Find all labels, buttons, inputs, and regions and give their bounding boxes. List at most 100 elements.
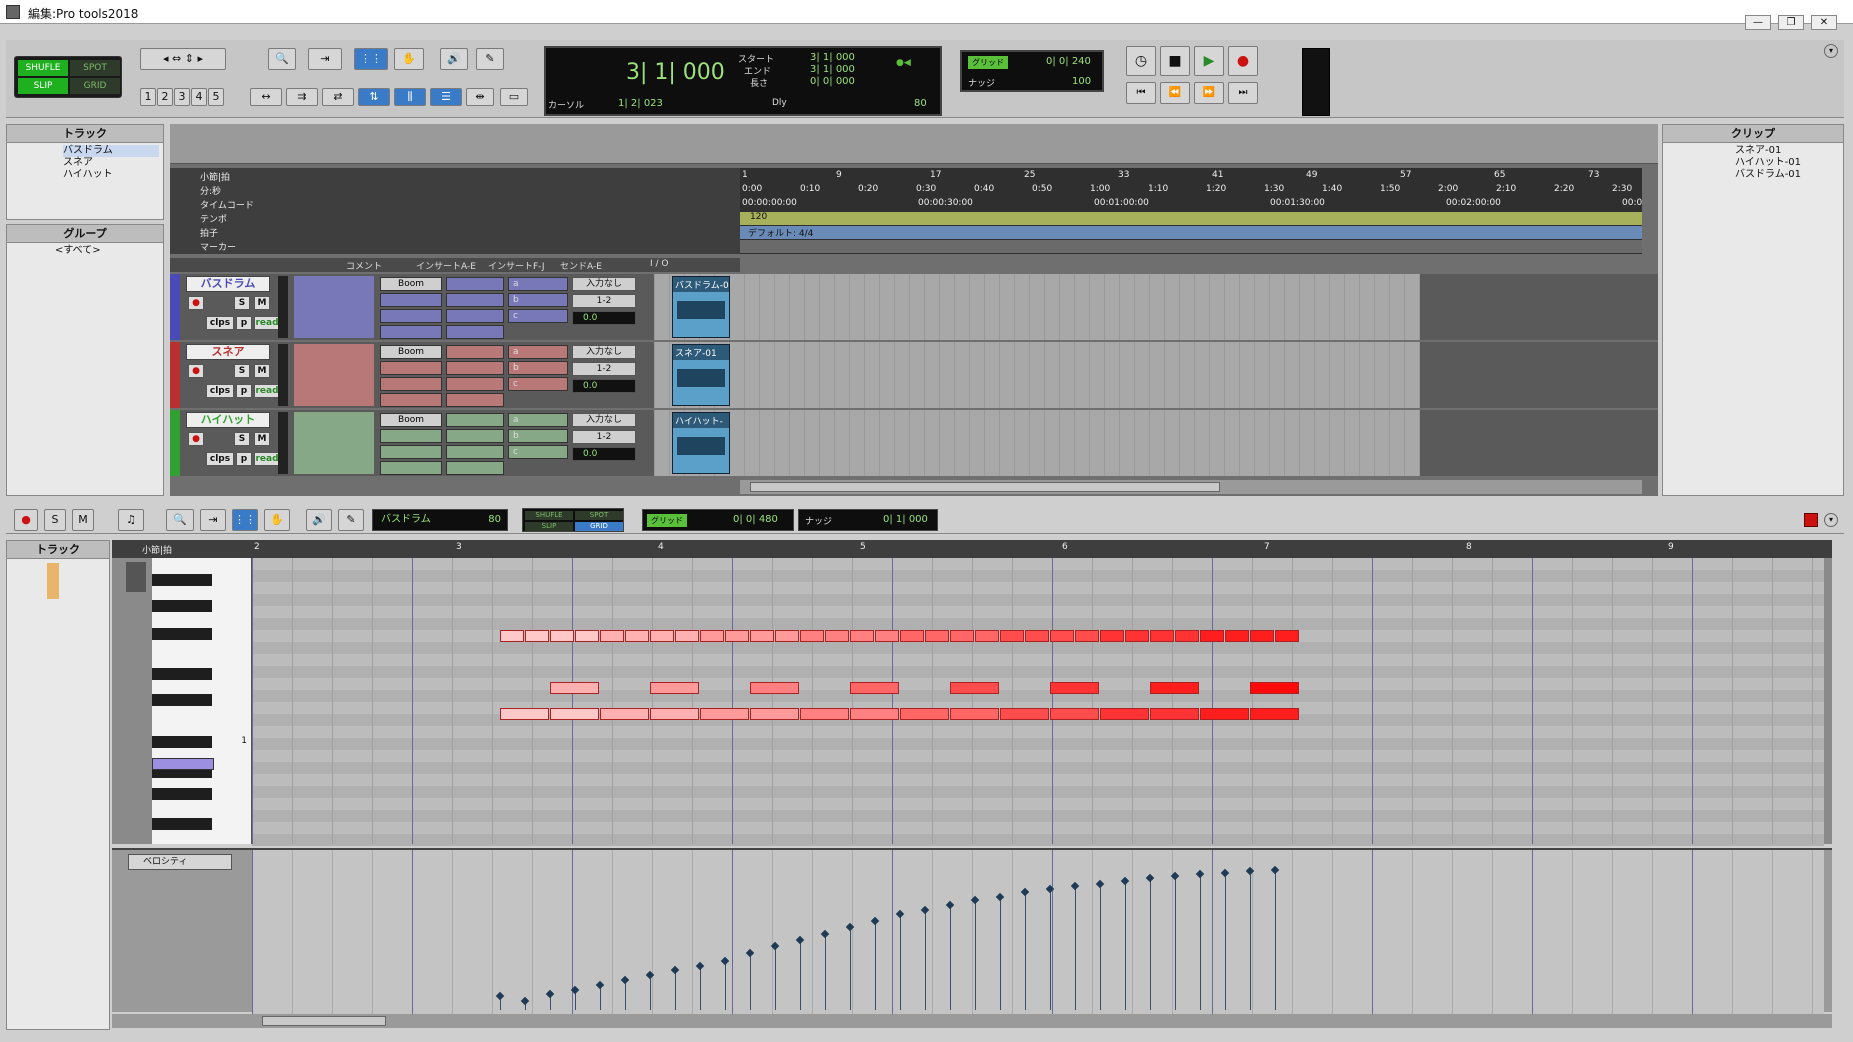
input-selector[interactable]: 入力なし <box>572 345 636 359</box>
insert-slot-fj[interactable] <box>446 429 504 443</box>
link-icon[interactable]: ⇉ <box>286 88 318 106</box>
clips-view-button[interactable]: clps <box>206 452 234 466</box>
record-enable-icon[interactable]: ● <box>188 364 204 378</box>
playlist-button[interactable]: p <box>236 452 252 466</box>
insert-slot[interactable] <box>380 325 442 339</box>
midi-note[interactable] <box>1250 682 1299 694</box>
pencil-tool-icon[interactable]: ✎ <box>476 48 504 70</box>
track-color-stripe[interactable] <box>170 410 180 476</box>
midi-note[interactable] <box>1050 682 1099 694</box>
black-key[interactable] <box>152 818 212 830</box>
velocity-handle[interactable] <box>995 892 1005 902</box>
velocity-handle[interactable] <box>670 966 680 975</box>
universe-overview[interactable] <box>170 124 1658 164</box>
mute-button[interactable]: M <box>254 364 270 378</box>
velocity-handle[interactable] <box>945 900 955 910</box>
solo-button[interactable]: S <box>234 364 250 378</box>
ruler-label-bars[interactable]: 小節|拍 <box>200 170 230 183</box>
meter-marker[interactable]: デフォルト: 4/4 <box>748 226 813 239</box>
dly-label[interactable]: Dly <box>772 98 787 108</box>
midi-note[interactable] <box>850 708 899 720</box>
tempo-value[interactable]: 80 <box>914 98 927 109</box>
midi-grid-button[interactable]: GRID <box>575 522 623 531</box>
clip[interactable]: バスドラム-01 <box>672 276 730 338</box>
insert-slot[interactable] <box>380 393 442 407</box>
velocity-handle[interactable] <box>870 916 880 926</box>
velocity-handle[interactable] <box>695 961 705 970</box>
midi-trim-icon[interactable]: ⇥ <box>200 509 226 531</box>
minimize-button[interactable]: — <box>1745 15 1771 30</box>
midi-note[interactable] <box>550 630 574 642</box>
velocity-handle[interactable] <box>1195 870 1205 879</box>
midi-solo-button[interactable]: S <box>44 509 66 531</box>
midi-shuffle-button[interactable]: SHUFLE <box>525 511 573 520</box>
midi-note[interactable] <box>1200 630 1224 642</box>
midi-note[interactable] <box>750 630 774 642</box>
midi-note[interactable] <box>875 630 899 642</box>
insert-slot[interactable] <box>380 361 442 375</box>
midi-note[interactable] <box>950 682 999 694</box>
insert-slot[interactable] <box>380 445 442 459</box>
timeline-link-icon[interactable]: ⇄ <box>322 88 354 106</box>
midi-note[interactable] <box>700 708 749 720</box>
midi-slip-button[interactable]: SLIP <box>525 522 573 531</box>
automation-mode[interactable]: read <box>254 316 280 330</box>
midi-grabber-icon[interactable]: ✋ <box>264 509 290 531</box>
input-selector[interactable]: 入力なし <box>572 277 636 291</box>
clip-list-item[interactable]: ハイハット-01 <box>1735 157 1839 169</box>
online-icon[interactable]: ◷ <box>1126 46 1156 76</box>
mute-button[interactable]: M <box>254 296 270 310</box>
insert-slot[interactable] <box>380 377 442 391</box>
clip[interactable]: ハイハット- <box>672 412 730 474</box>
grabber-tool-icon[interactable]: ✋ <box>394 48 424 70</box>
midi-note[interactable] <box>575 630 599 642</box>
track-name[interactable]: ハイハット <box>186 412 270 428</box>
record-button[interactable]: ● <box>1228 46 1258 76</box>
playlist-lane[interactable]: ハイハット- <box>654 410 1420 476</box>
insert-slot-fj[interactable] <box>446 345 504 359</box>
start-value[interactable]: 3| 1| 000 <box>810 52 855 63</box>
insert-slot-a[interactable]: Boom <box>380 345 442 359</box>
insert-slot-fj[interactable] <box>446 461 504 475</box>
midi-note[interactable] <box>1000 708 1049 720</box>
midi-note[interactable] <box>925 630 949 642</box>
midi-note[interactable] <box>1100 630 1124 642</box>
send-slot[interactable]: a <box>508 277 568 291</box>
midi-note[interactable] <box>650 630 674 642</box>
midi-editor-close-icon[interactable] <box>1804 513 1818 527</box>
track-list-item[interactable]: ハイハット <box>63 169 159 181</box>
midi-note[interactable] <box>1225 630 1249 642</box>
insert-slot-fj[interactable] <box>446 445 504 459</box>
midi-note[interactable] <box>1150 630 1174 642</box>
zoom-preset-4[interactable]: 4 <box>191 88 207 106</box>
insert-slot-fj[interactable] <box>446 309 504 323</box>
track-name[interactable]: スネア <box>186 344 270 360</box>
send-slot[interactable]: c <box>508 445 568 459</box>
piano-keyboard[interactable]: 1 <box>152 558 252 844</box>
insert-slot-fj[interactable] <box>446 413 504 427</box>
rewind-button[interactable]: ⏪ <box>1160 82 1190 104</box>
length-value[interactable]: 0| 0| 000 <box>810 76 855 87</box>
mute-button[interactable]: M <box>254 432 270 446</box>
midi-note[interactable] <box>725 630 749 642</box>
velocity-handle[interactable] <box>1020 887 1030 897</box>
note-color-icons[interactable] <box>126 562 146 592</box>
note-icon[interactable]: ♫ <box>118 509 144 531</box>
midi-editor-menu-icon[interactable]: ▾ <box>1824 513 1838 527</box>
velocity-handle[interactable] <box>595 980 605 990</box>
midi-nudge-value[interactable]: 0| 1| 000 <box>883 514 928 525</box>
black-key[interactable] <box>152 736 212 748</box>
comment-field[interactable] <box>294 344 374 406</box>
play-button[interactable]: ▶ <box>1194 46 1224 76</box>
trim-tool-icon[interactable]: ⇥ <box>308 48 342 70</box>
zoom-preset-3[interactable]: 3 <box>174 88 190 106</box>
insert-slot-fj[interactable] <box>446 377 504 391</box>
midi-note[interactable] <box>1075 630 1099 642</box>
track-name[interactable]: バスドラム <box>186 276 270 292</box>
zoom-toggle-icon[interactable]: ⇹ <box>466 88 494 106</box>
midi-note[interactable] <box>775 630 799 642</box>
ruler-label-minsec[interactable]: 分:秒 <box>200 184 221 197</box>
playlist-lane[interactable]: スネア-01 <box>654 342 1420 408</box>
velocity-handle[interactable] <box>1095 879 1105 889</box>
black-key[interactable] <box>152 628 212 640</box>
